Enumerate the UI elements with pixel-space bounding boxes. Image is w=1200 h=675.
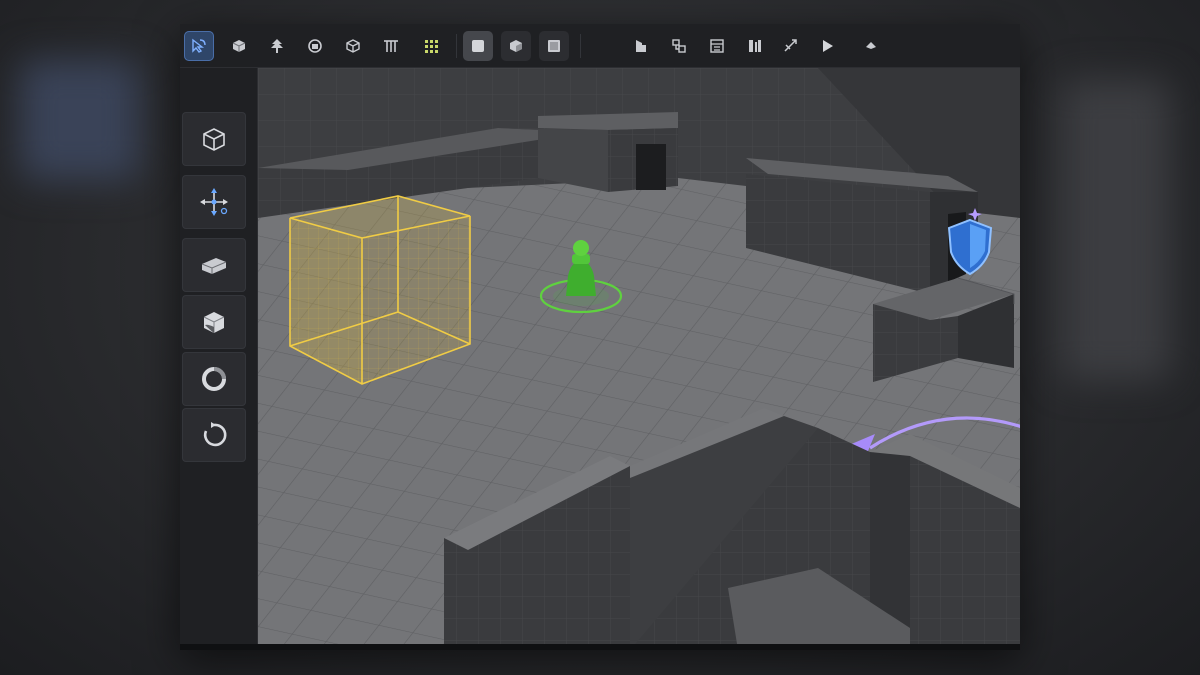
toolbar-divider bbox=[580, 34, 581, 58]
building-icon[interactable] bbox=[626, 31, 656, 61]
flat-view-icon[interactable] bbox=[539, 31, 569, 61]
scene-viewport[interactable] bbox=[258, 68, 1020, 650]
rotate-circle-icon[interactable] bbox=[182, 408, 246, 462]
ring-icon[interactable] bbox=[182, 352, 246, 406]
frame-icon[interactable] bbox=[702, 31, 732, 61]
select-pointer-icon[interactable] bbox=[184, 31, 214, 61]
cube-object-icon[interactable] bbox=[338, 31, 368, 61]
cube-view-icon[interactable] bbox=[501, 31, 531, 61]
more-icon[interactable] bbox=[856, 31, 886, 61]
bottom-edge bbox=[180, 644, 1020, 650]
move-gizmo-icon[interactable] bbox=[182, 175, 246, 229]
rotate-object-icon[interactable] bbox=[300, 31, 330, 61]
left-tool-sidebar bbox=[180, 68, 258, 650]
cube-wireframe-icon[interactable] bbox=[182, 112, 246, 166]
sphere-cube-icon[interactable] bbox=[182, 295, 246, 349]
backdrop-blob bbox=[1060, 80, 1170, 380]
slab-icon[interactable] bbox=[182, 238, 246, 292]
backdrop-blob bbox=[20, 60, 140, 180]
solid-view-icon[interactable] bbox=[463, 31, 493, 61]
box-object-icon[interactable] bbox=[224, 31, 254, 61]
layers-icon[interactable] bbox=[664, 31, 694, 61]
columns-icon[interactable] bbox=[740, 31, 770, 61]
pillars-icon[interactable] bbox=[376, 31, 406, 61]
grid-icon[interactable] bbox=[416, 31, 446, 61]
editor-window bbox=[180, 24, 1020, 650]
toolbar-divider bbox=[456, 34, 457, 58]
tree-object-icon[interactable] bbox=[262, 31, 292, 61]
transform-icon[interactable] bbox=[776, 31, 806, 61]
play-icon[interactable] bbox=[812, 31, 842, 61]
back-doorway bbox=[636, 144, 666, 190]
top-toolbar bbox=[180, 24, 1020, 68]
